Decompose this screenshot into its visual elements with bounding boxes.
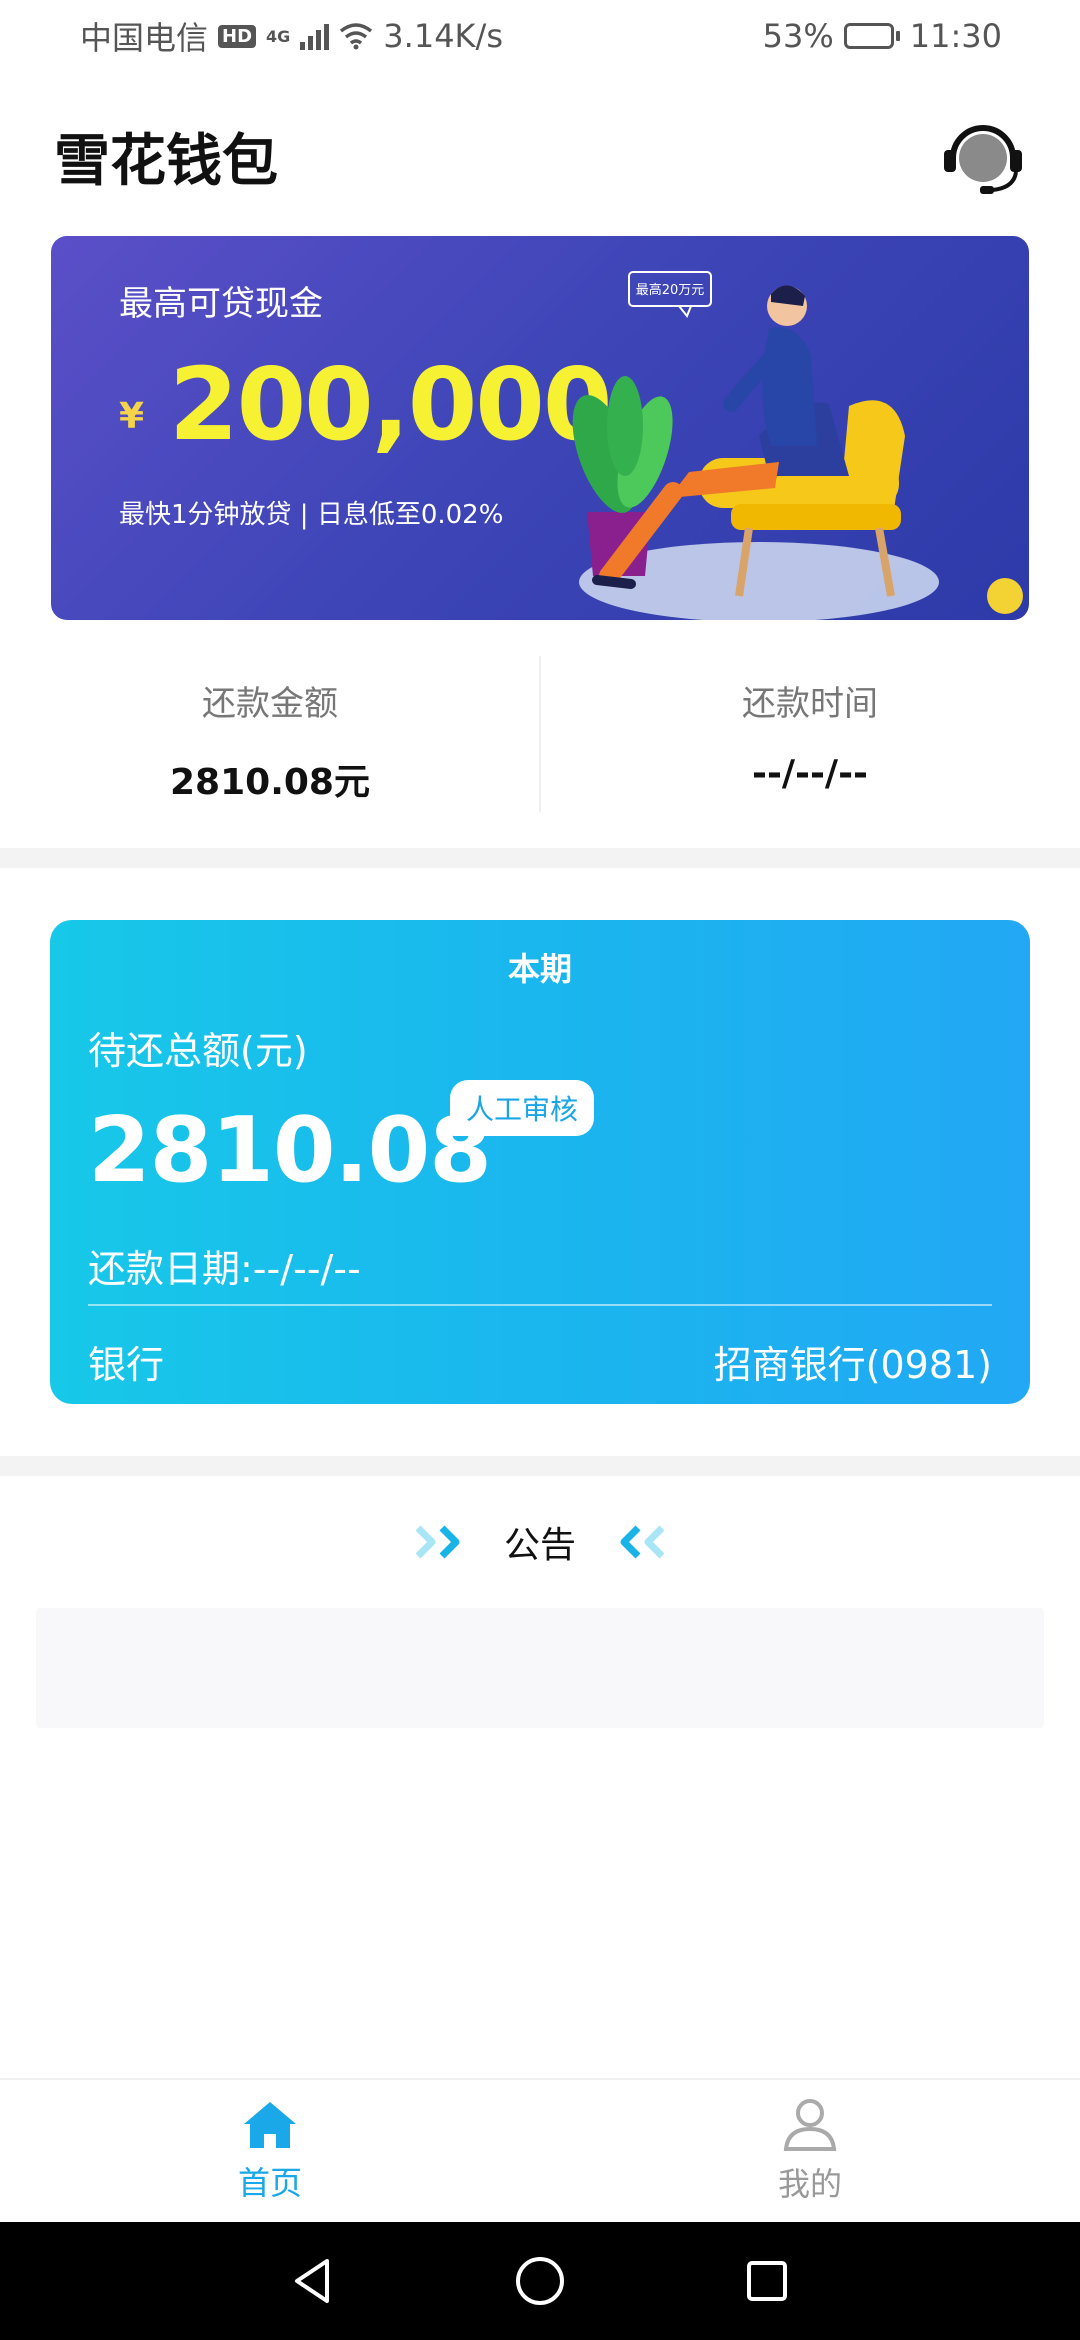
home-circle-icon[interactable] xyxy=(512,2253,568,2309)
tab-mine-label: 我的 xyxy=(777,2165,842,2203)
status-right: 53% 11:30 xyxy=(763,17,1002,55)
status-left: 中国电信 HD 4G 3.14K/s xyxy=(80,13,503,59)
banner-amount: 200,000 xyxy=(169,346,612,463)
repayment-amount-label: 还款金额 xyxy=(202,684,338,724)
repayment-amount-value: 2810.08元 xyxy=(170,762,370,803)
total-due-amount: 2810.08 xyxy=(88,1098,492,1203)
back-triangle-icon[interactable] xyxy=(287,2255,339,2307)
repayment-time-block: 还款时间 --/--/-- xyxy=(540,656,1080,814)
double-chevron-right-icon xyxy=(415,1525,460,1559)
battery-percent: 53% xyxy=(762,17,834,55)
recents-square-icon[interactable] xyxy=(741,2255,793,2307)
clock-time: 11:30 xyxy=(909,17,1002,55)
app-title: 雪花钱包 xyxy=(54,129,278,194)
double-chevron-left-icon xyxy=(620,1525,665,1559)
user-icon xyxy=(783,2099,837,2151)
network-speed: 3.14K/s xyxy=(383,17,503,55)
bottom-tab-bar: 首页 我的 xyxy=(0,2078,1080,2222)
bank-account: 招商银行(0981) xyxy=(713,1343,992,1387)
wifi-icon xyxy=(340,23,373,50)
home-icon xyxy=(244,2102,296,2148)
status-bar: 中国电信 HD 4G 3.14K/s 53% 11:30 xyxy=(0,0,1080,72)
repayment-amount-block: 还款金额 2810.08元 xyxy=(0,656,540,814)
section-separator xyxy=(0,848,1080,868)
notice-header: 公告 xyxy=(0,1510,1080,1574)
carrier-name: 中国电信 xyxy=(80,19,209,57)
card-divider xyxy=(88,1304,992,1306)
hd-badge: HD xyxy=(218,24,257,48)
summary-divider xyxy=(539,656,541,812)
customer-service-headset-icon[interactable] xyxy=(940,122,1026,198)
loan-promo-banner[interactable]: 最高可贷现金 ¥ 200,000 最快1分钟放贷 | 日息低至0.02% ¥ 最… xyxy=(51,236,1029,620)
current-period-card[interactable]: 本期 待还总额(元) 2810.08 人工审核 还款日期:--/--/-- 银行… xyxy=(50,920,1030,1404)
status-badge: 人工审核 xyxy=(450,1080,595,1136)
system-nav-bar xyxy=(0,2222,1080,2340)
banner-currency-symbol: ¥ xyxy=(119,396,145,437)
banner-illustration: ¥ 最高20万元 xyxy=(572,271,1023,620)
battery-icon xyxy=(843,23,900,49)
banner-footer: 最快1分钟放贷 | 日息低至0.02% xyxy=(119,500,504,530)
period-card-title: 本期 xyxy=(507,950,572,988)
network-type: 4G xyxy=(266,27,291,46)
notice-content-box xyxy=(36,1608,1044,1728)
repayment-summary: 还款金额 2810.08元 还款时间 --/--/-- xyxy=(0,656,1080,814)
banner-subtitle: 最高可贷现金 xyxy=(119,284,323,324)
tab-home-label: 首页 xyxy=(237,2164,302,2202)
notice-title: 公告 xyxy=(503,1525,576,1566)
app-screen: 中国电信 HD 4G 3.14K/s 53% 11:30 雪花钱包 最高可贷现金… xyxy=(0,0,1080,2340)
signal-icon xyxy=(300,22,330,50)
tab-mine[interactable]: 我的 xyxy=(540,2080,1080,2222)
repayment-time-value: --/--/-- xyxy=(752,753,868,794)
section-separator xyxy=(0,1456,1080,1476)
repayment-time-label: 还款时间 xyxy=(742,684,878,724)
tab-home[interactable]: 首页 xyxy=(0,2080,540,2222)
total-due-label: 待还总额(元) xyxy=(88,1029,308,1073)
banner-bubble-text: 最高20万元 xyxy=(636,282,705,298)
app-header: 雪花钱包 xyxy=(0,110,1080,202)
due-date: 还款日期:--/--/-- xyxy=(88,1247,361,1291)
bank-label: 银行 xyxy=(88,1343,165,1387)
